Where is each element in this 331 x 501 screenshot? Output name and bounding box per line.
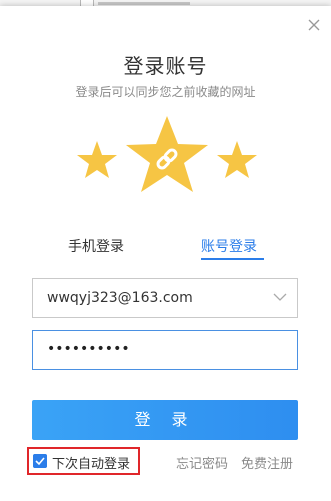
forgot-password-link[interactable]: 忘记密码 bbox=[176, 453, 228, 472]
username-field[interactable]: wwqyj323@163.com bbox=[32, 278, 298, 318]
password-value: •••••••••• bbox=[47, 341, 130, 357]
username-value: wwqyj323@163.com bbox=[47, 290, 193, 306]
background-text bbox=[98, 0, 190, 5]
close-icon[interactable] bbox=[307, 18, 321, 32]
tab-phone-login[interactable]: 手机登录 bbox=[68, 236, 124, 256]
dialog-title: 登录账号 bbox=[123, 54, 208, 78]
login-button[interactable]: 登 录 bbox=[32, 400, 298, 440]
right-star-icon bbox=[217, 141, 257, 178]
active-tab-indicator bbox=[201, 258, 264, 260]
tab-account-login[interactable]: 账号登录 bbox=[201, 236, 257, 256]
left-star-icon bbox=[77, 141, 117, 178]
auto-login-checkbox[interactable] bbox=[33, 454, 47, 468]
chevron-down-icon[interactable] bbox=[273, 292, 287, 302]
three-stars-link-icon bbox=[77, 116, 257, 192]
dialog-subtitle: 登录后可以同步您之前收藏的网址 bbox=[75, 85, 256, 99]
auto-login-label[interactable]: 下次自动登录 bbox=[52, 453, 130, 472]
password-field[interactable]: •••••••••• bbox=[32, 330, 298, 370]
login-dialog: 登录账号 登录后可以同步您之前收藏的网址 手机登录 账号登录 wwqyj323@… bbox=[0, 6, 331, 501]
register-link[interactable]: 免费注册 bbox=[241, 453, 293, 472]
